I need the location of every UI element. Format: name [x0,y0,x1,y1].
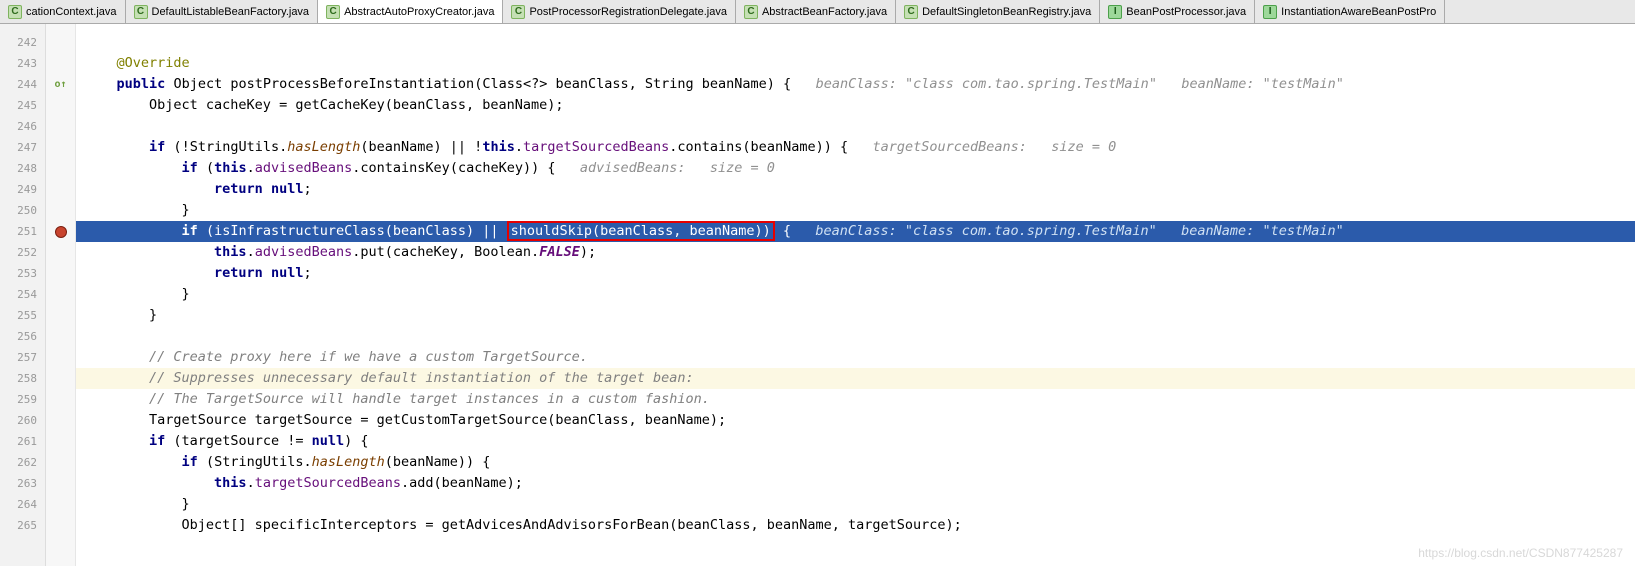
class-icon: C [511,5,525,19]
code-line: if (targetSource != null) { [76,431,1635,452]
code-line: // The TargetSource will handle target i… [76,389,1635,410]
code-line: Object cacheKey = getCacheKey(beanClass,… [76,95,1635,116]
code-line [76,116,1635,137]
class-icon: C [326,5,340,19]
class-icon: C [134,5,148,19]
class-icon: C [8,5,22,19]
class-icon: C [744,5,758,19]
code-line-selected: if (isInfrastructureClass(beanClass) || … [76,221,1635,242]
override-icon[interactable]: o↑ [54,79,66,90]
tab-instantiation-aware-bean-post-processor[interactable]: IInstantiationAwareBeanPostPro [1255,0,1445,23]
tab-abstract-auto-proxy-creator[interactable]: CAbstractAutoProxyCreator.java [318,0,503,23]
code-line: if (!StringUtils.hasLength(beanName) || … [76,137,1635,158]
code-line: if (this.advisedBeans.containsKey(cacheK… [76,158,1635,179]
code-line: Object[] specificInterceptors = getAdvic… [76,515,1635,536]
code-line: return null; [76,263,1635,284]
code-line: } [76,305,1635,326]
code-line: // Create proxy here if we have a custom… [76,347,1635,368]
editor-tabs: CcationContext.java CDefaultListableBean… [0,0,1635,24]
tab-post-processor-registration-delegate[interactable]: CPostProcessorRegistrationDelegate.java [503,0,736,23]
gutter-markers: o↑ [46,24,76,566]
code-body[interactable]: @Override public Object postProcessBefor… [76,24,1635,566]
tab-bean-post-processor[interactable]: IBeanPostProcessor.java [1100,0,1255,23]
code-line: } [76,284,1635,305]
code-line: public Object postProcessBeforeInstantia… [76,74,1635,95]
interface-icon: I [1108,5,1122,19]
breakpoint-icon[interactable] [55,226,67,238]
class-icon: C [904,5,918,19]
code-line: } [76,200,1635,221]
code-line-highlight: // Suppresses unnecessary default instan… [76,368,1635,389]
code-line: return null; [76,179,1635,200]
code-line: } [76,494,1635,515]
code-line: this.targetSourcedBeans.add(beanName); [76,473,1635,494]
tab-default-listable-bean-factory[interactable]: CDefaultListableBeanFactory.java [126,0,319,23]
interface-icon: I [1263,5,1277,19]
code-line [76,32,1635,53]
tab-default-singleton-bean-registry[interactable]: CDefaultSingletonBeanRegistry.java [896,0,1100,23]
code-editor[interactable]: 242243244245 246247248249 250251252253 2… [0,24,1635,566]
highlighted-call: shouldSkip(beanClass, beanName)) [507,221,775,241]
tab-abstract-bean-factory[interactable]: CAbstractBeanFactory.java [736,0,896,23]
line-number-gutter: 242243244245 246247248249 250251252253 2… [0,24,46,566]
code-line: @Override [76,53,1635,74]
tab-cation-context[interactable]: CcationContext.java [0,0,126,23]
code-line [76,326,1635,347]
code-line: this.advisedBeans.put(cacheKey, Boolean.… [76,242,1635,263]
code-line: TargetSource targetSource = getCustomTar… [76,410,1635,431]
code-line: if (StringUtils.hasLength(beanName)) { [76,452,1635,473]
